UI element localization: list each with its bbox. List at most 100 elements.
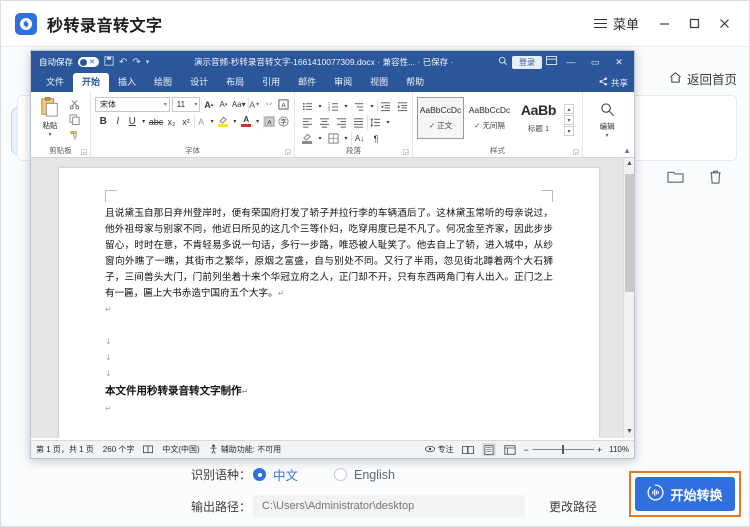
minimize-icon[interactable] — [649, 10, 679, 38]
save-icon[interactable] — [104, 55, 114, 69]
align-center-icon[interactable] — [316, 115, 332, 130]
output-path-input[interactable] — [253, 495, 525, 517]
ribbon-options-icon[interactable] — [546, 56, 557, 68]
sort-icon[interactable]: A↓ — [351, 131, 367, 146]
tab-mailings[interactable]: 邮件 — [289, 73, 325, 92]
clear-formatting-icon[interactable]: A ✦ — [247, 97, 261, 112]
word-restore-icon[interactable]: ▭ — [585, 57, 605, 68]
paste-button[interactable]: 粘贴 ▾ — [35, 96, 65, 138]
word-close-icon[interactable]: ✕ — [609, 57, 629, 68]
scroll-down-icon[interactable]: ▼ — [624, 426, 634, 438]
character-shading-icon[interactable]: A — [262, 114, 276, 129]
bold-button[interactable]: B — [97, 114, 110, 129]
zoom-in-icon[interactable]: + — [597, 445, 602, 455]
styles-scroll-up-icon[interactable]: ▴ — [564, 104, 574, 114]
tab-references[interactable]: 引用 — [253, 73, 289, 92]
scrollbar-thumb[interactable] — [625, 174, 634, 292]
collapse-ribbon-icon[interactable]: ▲ — [623, 146, 631, 155]
focus-mode-button[interactable]: 专注 — [424, 444, 454, 456]
align-right-icon[interactable] — [333, 115, 349, 130]
radio-english[interactable] — [334, 468, 348, 481]
increase-indent-icon[interactable] — [394, 99, 410, 114]
chevron-down-icon[interactable]: ▾ — [146, 58, 150, 66]
close-icon[interactable] — [709, 10, 739, 38]
align-left-icon[interactable] — [299, 115, 315, 130]
folder-icon[interactable] — [667, 169, 684, 190]
tab-view[interactable]: 视图 — [361, 73, 397, 92]
style-item-body[interactable]: AaBbCcDc ✓ 正文 — [417, 97, 464, 139]
tab-home[interactable]: 开始 — [73, 73, 110, 92]
chevron-down-icon[interactable]: ▾ — [384, 115, 392, 130]
line-spacing-icon[interactable] — [367, 115, 383, 130]
bullets-icon[interactable] — [299, 99, 315, 114]
decrease-indent-icon[interactable] — [377, 99, 393, 114]
chevron-down-icon[interactable]: ▾ — [342, 99, 350, 114]
maximize-icon[interactable] — [679, 10, 709, 38]
grow-font-icon[interactable]: A ▴ — [202, 97, 215, 112]
redo-icon[interactable]: ↷ — [132, 57, 140, 68]
scroll-up-icon[interactable]: ▲ — [624, 158, 634, 170]
tab-help[interactable]: 帮助 — [397, 73, 433, 92]
tab-design[interactable]: 设计 — [181, 73, 217, 92]
font-size-combo[interactable]: 11 ▾ — [171, 97, 201, 112]
chevron-down-icon[interactable]: ▾ — [48, 131, 51, 138]
print-layout-icon[interactable] — [481, 443, 496, 456]
document-body-text[interactable]: 且说黛玉自那日弃州登岸时，便有荣国府打发了轿子并拉行李的车辆酒后了。这林黛玉常听… — [105, 206, 553, 417]
phonetic-guide-icon[interactable]: 丷 — [263, 97, 276, 112]
shading-icon[interactable] — [299, 131, 315, 146]
chevron-down-icon[interactable]: ▾ — [254, 114, 260, 129]
zoom-level[interactable]: 110% — [609, 445, 629, 454]
chevron-down-icon[interactable]: ▾ — [316, 131, 324, 146]
shrink-font-icon[interactable]: A ▾ — [217, 97, 230, 112]
language-option-chinese[interactable]: 中文 — [253, 465, 298, 484]
numbering-icon[interactable]: 123 — [325, 99, 341, 114]
start-convert-button[interactable]: 开始转换 — [635, 477, 735, 511]
accessibility-status[interactable]: 辅助功能: 不可用 — [209, 444, 281, 456]
copy-icon[interactable] — [67, 112, 82, 126]
autosave-toggle[interactable]: ✕ — [78, 57, 100, 67]
share-button[interactable]: 共享 — [599, 77, 628, 89]
text-effects-icon[interactable]: A — [194, 114, 207, 129]
chevron-down-icon[interactable]: ▾ — [141, 114, 147, 129]
document-page[interactable]: 且说黛玉自那日弃州登岸时，便有荣国府打发了轿子并拉行李的车辆酒后了。这林黛玉常听… — [59, 168, 599, 438]
strikethrough-icon[interactable]: abc — [149, 114, 164, 129]
zoom-knob[interactable] — [561, 445, 565, 454]
italic-button[interactable]: I — [112, 114, 125, 129]
tab-insert[interactable]: 插入 — [109, 73, 145, 92]
change-case-icon[interactable]: Aa▾ — [232, 97, 246, 112]
tab-layout[interactable]: 布局 — [217, 73, 253, 92]
document-vertical-scrollbar[interactable]: ▲ ▼ — [623, 158, 634, 438]
radio-chinese[interactable] — [253, 468, 266, 481]
chevron-down-icon[interactable]: ▾ — [605, 132, 608, 139]
tab-draw[interactable]: 绘图 — [145, 73, 181, 92]
back-home-button[interactable]: 返回首页 — [669, 69, 737, 88]
word-count[interactable]: 260 个字 — [103, 444, 135, 455]
word-login-button[interactable]: 登录 — [512, 55, 542, 69]
change-path-button[interactable]: 更改路径 — [549, 498, 597, 515]
zoom-out-icon[interactable]: − — [524, 445, 529, 455]
chevron-down-icon[interactable]: ▾ — [209, 114, 215, 129]
language-status[interactable]: 中文(中国) — [162, 444, 199, 455]
zoom-slider[interactable]: − + — [524, 445, 603, 455]
trash-icon[interactable] — [708, 169, 723, 190]
word-minimize-icon[interactable]: — — [561, 57, 581, 67]
chevron-down-icon[interactable]: ▾ — [342, 131, 350, 146]
undo-icon[interactable]: ↶ — [119, 57, 127, 68]
superscript-button[interactable]: x² — [180, 114, 193, 129]
read-mode-icon[interactable] — [461, 443, 475, 456]
chevron-down-icon[interactable]: ▾ — [316, 99, 324, 114]
tab-file[interactable]: 文件 — [37, 73, 73, 92]
font-dialog-launcher[interactable]: ◲ — [284, 148, 291, 156]
chevron-down-icon[interactable]: ▾ — [368, 99, 376, 114]
style-item-heading1[interactable]: AaBb 标题 1 — [515, 97, 562, 139]
language-option-english[interactable]: English — [334, 468, 395, 482]
character-border-icon[interactable]: A — [277, 97, 290, 112]
underline-button[interactable]: U — [126, 114, 139, 129]
font-name-combo[interactable]: 宋体 ▾ — [95, 97, 170, 112]
font-color-icon[interactable]: A — [240, 114, 253, 129]
format-painter-icon[interactable] — [67, 127, 82, 141]
justify-icon[interactable] — [350, 115, 366, 130]
styles-more-icon[interactable]: ▾ — [564, 126, 574, 136]
zoom-track[interactable] — [531, 445, 594, 454]
web-layout-icon[interactable] — [503, 443, 517, 456]
